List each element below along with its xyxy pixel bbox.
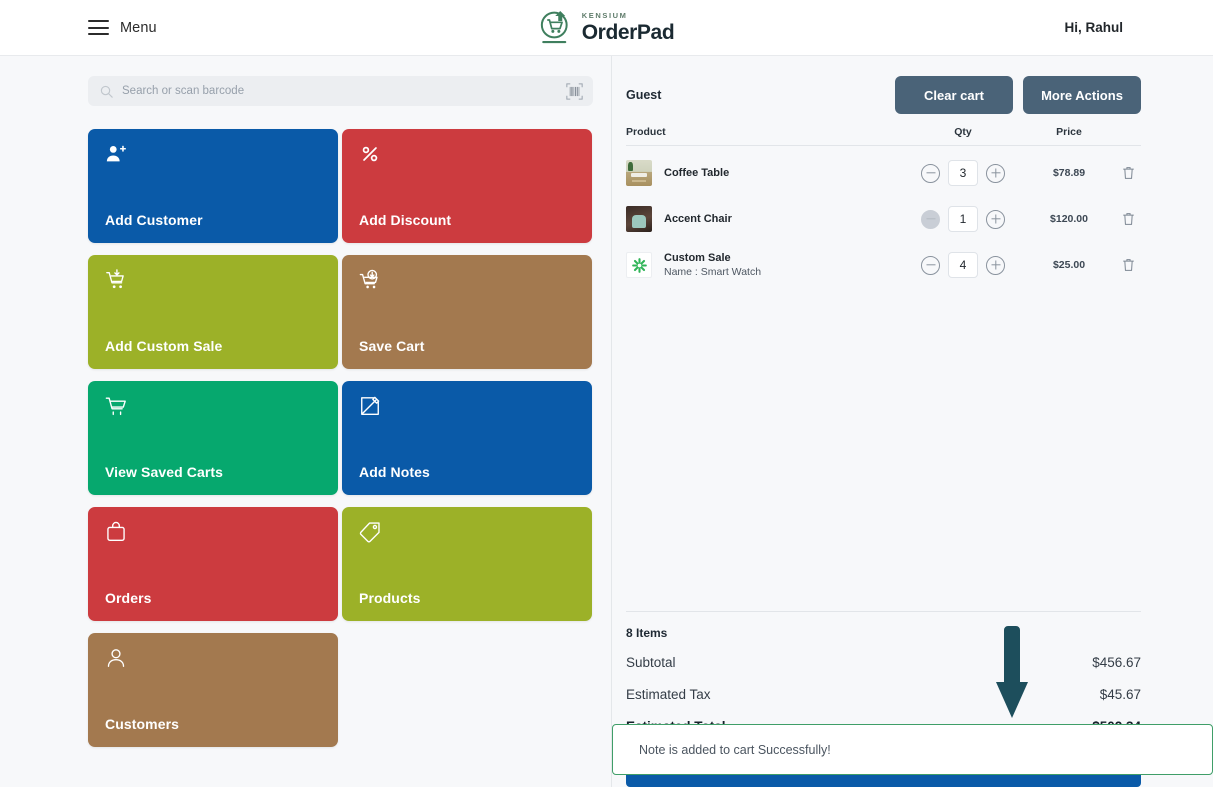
tile-label: Add Customer — [105, 212, 203, 228]
menu-label: Menu — [120, 19, 157, 36]
product-thumbnail — [626, 160, 652, 186]
percent-icon — [359, 143, 575, 167]
qty-decrease-button — [921, 209, 940, 229]
barcode-scan-icon[interactable] — [566, 82, 583, 100]
delete-line-item-button[interactable] — [1115, 258, 1141, 272]
tile-label: Add Custom Sale — [105, 338, 223, 354]
cart-icon — [105, 395, 321, 419]
toast-notification: Note is added to cart Successfully! — [612, 724, 1213, 775]
delete-line-item-button[interactable] — [1115, 212, 1141, 226]
tile-label: Products — [359, 590, 421, 606]
note-edit-icon — [359, 395, 575, 419]
actions-pane: Add Customer Add Discount — [0, 56, 612, 787]
cart-customer-name: Guest — [626, 88, 662, 102]
tile-label: Save Cart — [359, 338, 425, 354]
top-bar: Menu KENSIUM OrderPad Hi, Rahul — [0, 0, 1213, 56]
qty-increase-button[interactable] — [986, 163, 1005, 183]
tile-label: Add Discount — [359, 212, 452, 228]
subtotal-value: $456.67 — [1092, 655, 1141, 670]
tile-label: Customers — [105, 716, 180, 732]
product-name: Custom Sale — [664, 252, 731, 264]
tile-view-saved-carts[interactable]: View Saved Carts — [88, 381, 338, 495]
cart-save-icon — [359, 269, 575, 293]
tile-label: Orders — [105, 590, 152, 606]
tag-icon — [359, 521, 575, 545]
trash-icon — [1122, 259, 1134, 271]
cart-download-icon — [105, 269, 321, 293]
product-subtitle: Name : Smart Watch — [664, 266, 762, 278]
search-icon — [100, 85, 113, 98]
cart-row: Coffee Table 3 $78.89 — [626, 150, 1141, 196]
search-input[interactable] — [122, 85, 557, 97]
trash-icon — [1122, 213, 1134, 225]
person-icon — [105, 647, 321, 671]
product-price: $25.00 — [1052, 259, 1086, 271]
clear-cart-button[interactable]: Clear cart — [895, 76, 1013, 114]
tile-label: Add Notes — [359, 464, 430, 480]
subtotal-label: Subtotal — [626, 655, 676, 670]
menu-button[interactable]: Menu — [88, 20, 157, 36]
brand-subtitle: KENSIUM — [581, 11, 628, 21]
cart-line-items: Coffee Table 3 $78.89 Accent Chair 1 $12… — [626, 146, 1141, 288]
tile-add-notes[interactable]: Add Notes — [342, 381, 592, 495]
search-bar[interactable] — [88, 76, 593, 106]
column-header-qty: Qty — [954, 126, 972, 138]
hamburger-icon — [88, 20, 109, 35]
custom-sale-starburst-icon — [631, 257, 647, 273]
tile-save-cart[interactable]: Save Cart — [342, 255, 592, 369]
toast-message: Note is added to cart Successfully! — [639, 742, 831, 757]
action-tiles-grid: Add Customer Add Discount Add Custom Sal… — [88, 129, 593, 747]
tile-customers[interactable]: Customers — [88, 633, 338, 747]
qty-decrease-button[interactable] — [921, 163, 940, 183]
qty-increase-button[interactable] — [986, 255, 1005, 275]
cart-header: Guest Clear cart More Actions — [626, 74, 1141, 116]
tile-add-custom-sale[interactable]: Add Custom Sale — [88, 255, 338, 369]
tile-add-customer[interactable]: Add Customer — [88, 129, 338, 243]
user-greeting[interactable]: Hi, Rahul — [1064, 20, 1123, 35]
tax-row: Estimated Tax $45.67 — [626, 687, 1141, 702]
tile-label: View Saved Carts — [105, 464, 224, 480]
cart-column-headers: Product Qty Price — [626, 116, 1141, 146]
tile-add-discount[interactable]: Add Discount — [342, 129, 592, 243]
product-name: Coffee Table — [664, 167, 730, 179]
tax-label: Estimated Tax — [626, 687, 711, 702]
main-content: Add Customer Add Discount — [0, 56, 1213, 787]
column-header-price: Price — [1056, 126, 1082, 138]
items-count: 8 Items — [626, 626, 668, 640]
tile-products[interactable]: Products — [342, 507, 592, 621]
product-thumbnail — [626, 206, 652, 232]
cart-pane: Guest Clear cart More Actions Product Qt… — [612, 56, 1213, 787]
cart-row: Accent Chair 1 $120.00 — [626, 196, 1141, 242]
subtotal-row: Subtotal $456.67 — [626, 655, 1141, 670]
cart-row: Custom Sale Name : Smart Watch 4 $25.00 — [626, 242, 1141, 288]
tax-value: $45.67 — [1099, 687, 1141, 702]
bag-icon — [105, 521, 321, 545]
product-price: $78.89 — [1052, 167, 1086, 179]
qty-value[interactable]: 1 — [948, 206, 978, 232]
product-thumbnail — [626, 252, 652, 278]
column-header-product: Product — [626, 126, 666, 138]
tile-orders[interactable]: Orders — [88, 507, 338, 621]
qty-decrease-button[interactable] — [921, 255, 940, 275]
delete-line-item-button[interactable] — [1115, 166, 1141, 180]
brand-title: OrderPad — [581, 20, 675, 44]
product-price: $120.00 — [1050, 213, 1088, 225]
qty-value[interactable]: 4 — [948, 252, 978, 278]
brand-logo: KENSIUM OrderPad — [539, 9, 675, 47]
trash-icon — [1122, 167, 1134, 179]
user-plus-icon — [105, 143, 321, 167]
qty-value[interactable]: 3 — [948, 160, 978, 186]
more-actions-button[interactable]: More Actions — [1023, 76, 1141, 114]
orderpad-cart-logo-icon — [540, 10, 568, 43]
qty-increase-button[interactable] — [986, 209, 1005, 229]
product-name: Accent Chair — [664, 213, 732, 225]
